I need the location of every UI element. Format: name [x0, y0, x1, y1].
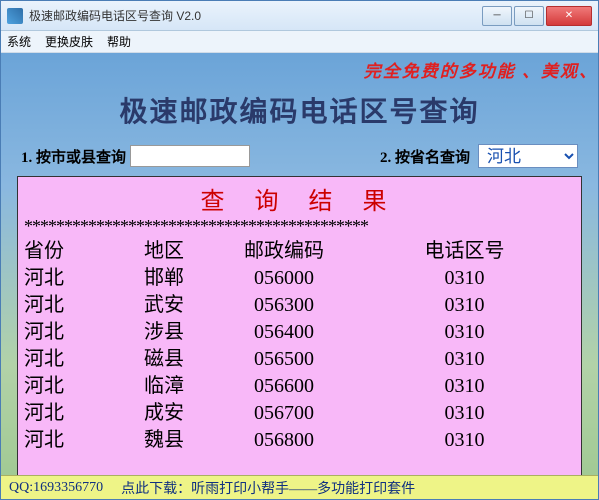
divider-stars: ****************************************…: [24, 216, 575, 238]
menubar: 系统 更换皮肤 帮助: [1, 31, 598, 53]
results-table: 省份 地区 邮政编码 电话区号 河北邯郸0560000310 河北武安05630…: [24, 238, 575, 454]
client-area: 完全免费的多功能 、美观、 极速邮政编码电话区号查询 1. 按市或县查询 2. …: [1, 53, 598, 499]
table-row: 河北成安0567000310: [24, 400, 575, 427]
download-label: 点此下载：: [121, 478, 191, 498]
province-select[interactable]: 河北: [478, 144, 578, 168]
search-by-province-label: 2. 按省名查询: [380, 146, 470, 167]
table-row: 河北临漳0566000310: [24, 373, 575, 400]
download-link[interactable]: 听雨打印小帮手——多功能打印套件: [191, 478, 415, 498]
titlebar: 极速邮政编码电话区号查询 V2.0 ─ ☐ ✕: [1, 1, 598, 31]
menu-skin[interactable]: 更换皮肤: [45, 33, 93, 50]
city-search-input[interactable]: [130, 145, 250, 167]
col-province: 省份: [24, 238, 114, 265]
menu-system[interactable]: 系统: [7, 33, 31, 50]
window-title: 极速邮政编码电话区号查询 V2.0: [29, 7, 482, 24]
qq-contact: QQ:1693356770: [9, 480, 103, 496]
results-title: 查 询 结 果: [24, 181, 575, 216]
search-by-city-label: 1. 按市或县查询: [21, 146, 126, 167]
col-area: 地区: [114, 238, 214, 265]
table-row: 河北邯郸0560000310: [24, 265, 575, 292]
close-button[interactable]: ✕: [546, 6, 592, 26]
search-row: 1. 按市或县查询 2. 按省名查询 河北: [1, 144, 598, 168]
table-row: 河北涉县0564000310: [24, 319, 575, 346]
app-window: 极速邮政编码电话区号查询 V2.0 ─ ☐ ✕ 系统 更换皮肤 帮助 完全免费的…: [0, 0, 599, 500]
col-areacode: 电话区号: [354, 238, 575, 265]
table-header-row: 省份 地区 邮政编码 电话区号: [24, 238, 575, 265]
menu-help[interactable]: 帮助: [107, 33, 131, 50]
results-panel: 查 询 结 果 ********************************…: [17, 176, 582, 476]
footer-bar: QQ:1693356770 点此下载： 听雨打印小帮手——多功能打印套件: [1, 475, 598, 499]
page-title: 极速邮政编码电话区号查询: [1, 90, 598, 130]
maximize-button[interactable]: ☐: [514, 6, 544, 26]
app-icon: [7, 8, 23, 24]
banner-text: 完全免费的多功能 、美观、: [1, 53, 598, 82]
table-row: 河北魏县0568000310: [24, 427, 575, 454]
table-row: 河北武安0563000310: [24, 292, 575, 319]
col-postal: 邮政编码: [214, 238, 354, 265]
table-row: 河北磁县0565000310: [24, 346, 575, 373]
minimize-button[interactable]: ─: [482, 6, 512, 26]
window-controls: ─ ☐ ✕: [482, 6, 592, 26]
